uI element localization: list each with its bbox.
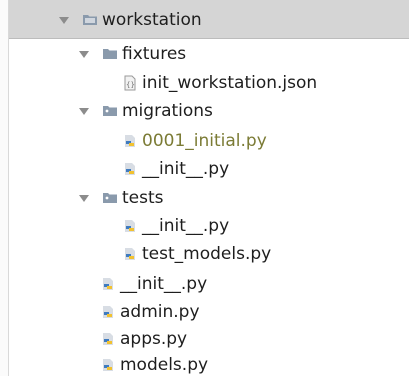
tree-item-label: workstation: [102, 10, 202, 30]
tree-item-label: test_models.py: [142, 244, 272, 264]
tree-item-label: 0001_initial.py: [142, 131, 267, 151]
tree-item-label: models.py: [120, 355, 209, 375]
expand-arrow-icon[interactable]: [78, 105, 90, 117]
json-file-icon: {}: [122, 75, 138, 91]
package-folder-icon: [102, 190, 118, 206]
python-file-icon: [122, 218, 138, 234]
expand-arrow-icon[interactable]: [78, 48, 90, 60]
tree-item-init-workstation-json[interactable]: {} init_workstation.json: [122, 69, 317, 97]
folder-icon: [82, 12, 98, 28]
folder-icon: [102, 46, 118, 62]
tree-item-models-py[interactable]: models.py: [100, 351, 208, 379]
tree-item-0001-initial-py[interactable]: 0001_initial.py: [122, 127, 267, 155]
python-file-icon: [100, 357, 116, 373]
svg-text:{}: {}: [126, 81, 135, 89]
tree-item-label: apps.py: [120, 329, 188, 349]
expand-arrow-icon[interactable]: [78, 192, 90, 204]
tree-item-fixtures[interactable]: fixtures: [78, 40, 186, 68]
python-file-icon: [122, 133, 138, 149]
tree-item-apps-py[interactable]: apps.py: [100, 325, 187, 353]
tree-item-label: __init__.py: [142, 216, 230, 236]
tree-item-label: init_workstation.json: [142, 73, 318, 93]
tree-item-workstation[interactable]: workstation: [58, 6, 202, 34]
tree-item-test-models-py[interactable]: test_models.py: [122, 240, 271, 268]
tree-item-label: fixtures: [122, 44, 187, 64]
tree-item-init-py[interactable]: __init__.py: [100, 270, 207, 298]
tree-item-migrations-init-py[interactable]: __init__.py: [122, 155, 229, 183]
python-file-icon: [100, 304, 116, 320]
expand-arrow-icon[interactable]: [58, 14, 70, 26]
tree-item-label: tests: [122, 188, 164, 208]
python-file-icon: [122, 161, 138, 177]
tree-item-migrations[interactable]: migrations: [78, 97, 213, 125]
tree-item-tests-init-py[interactable]: __init__.py: [122, 212, 229, 240]
project-tree: workstation fixtures {} init_workstation…: [0, 0, 409, 376]
tree-item-tests[interactable]: tests: [78, 184, 164, 212]
python-file-icon: [100, 331, 116, 347]
tree-item-admin-py[interactable]: admin.py: [100, 298, 200, 326]
python-file-icon: [100, 276, 116, 292]
package-folder-icon: [102, 103, 118, 119]
tree-item-label: __init__.py: [120, 274, 208, 294]
tree-item-label: admin.py: [120, 302, 200, 322]
python-file-icon: [122, 246, 138, 262]
tree-item-label: migrations: [122, 101, 213, 121]
tree-item-label: __init__.py: [142, 159, 230, 179]
